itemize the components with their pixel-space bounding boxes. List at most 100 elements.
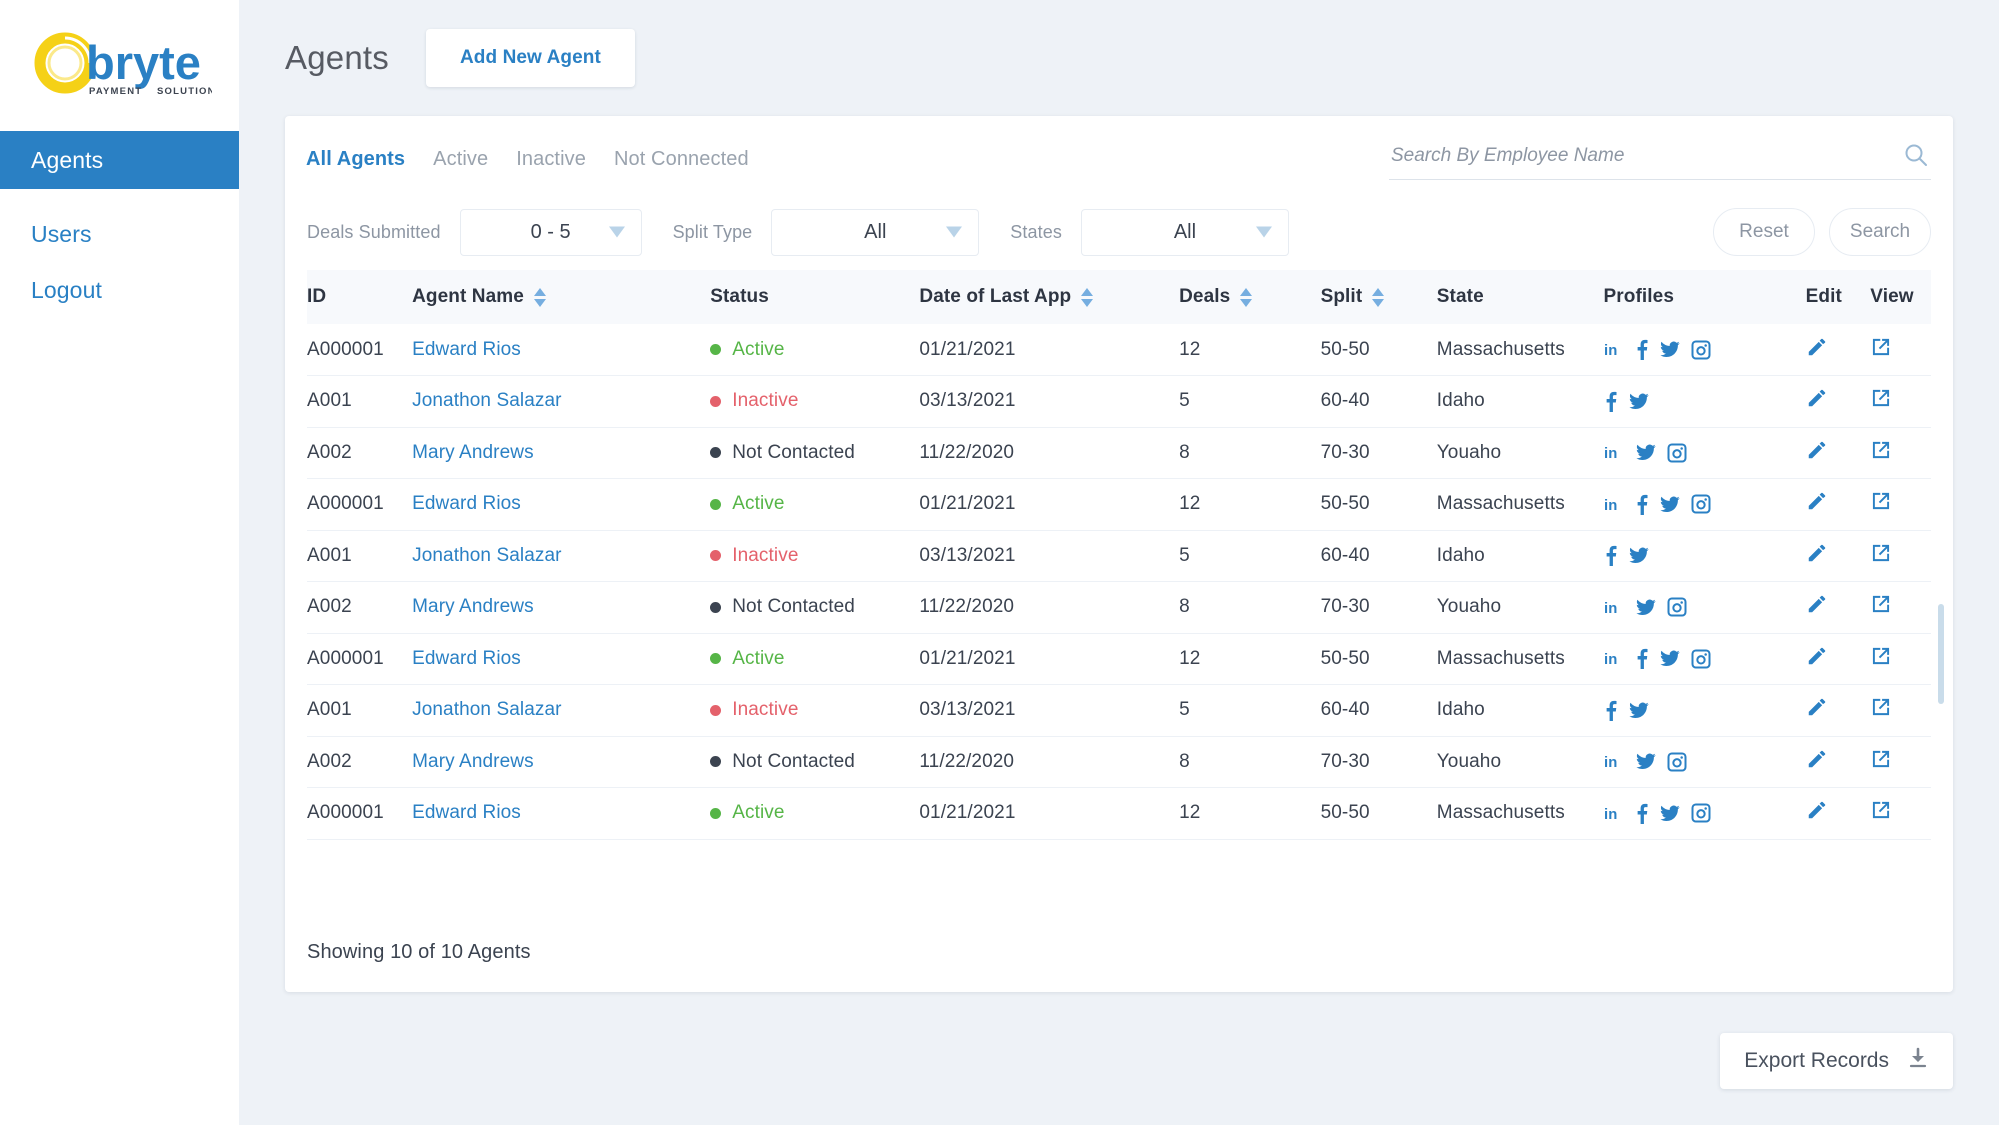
agent-name-link[interactable]: Mary Andrews [412,751,534,772]
add-new-agent-button[interactable]: Add New Agent [425,29,635,87]
edit-pencil-icon[interactable] [1806,696,1828,718]
instagram-icon[interactable] [1691,803,1711,823]
twitter-icon[interactable] [1635,442,1657,463]
agent-name-link[interactable]: Edward Rios [412,648,521,669]
reset-button[interactable]: Reset [1713,208,1815,256]
linkedin-icon[interactable]: in [1604,494,1625,515]
instagram-icon[interactable] [1691,339,1711,360]
edit-pencil-icon[interactable] [1806,542,1828,564]
cell-agent-name[interactable]: Edward Rios [412,788,710,840]
table-row[interactable]: A001 Jonathon Salazar Inactive 03/13/2021 5 6… [307,376,1931,428]
agent-name-link[interactable]: Edward Rios [412,339,521,360]
edit-pencil-icon[interactable] [1806,439,1828,461]
twitter-icon[interactable] [1628,545,1650,566]
linkedin-icon[interactable]: in [1604,751,1625,772]
cell-view[interactable] [1870,685,1931,737]
agent-name-link[interactable]: Edward Rios [412,493,521,514]
facebook-icon[interactable] [1635,648,1649,670]
twitter-icon[interactable] [1628,391,1650,412]
instagram-icon[interactable] [1667,597,1687,617]
facebook-icon[interactable] [1635,494,1649,515]
cell-edit[interactable] [1806,530,1871,582]
cell-view[interactable] [1870,530,1931,582]
cell-agent-name[interactable]: Mary Andrews [412,582,710,634]
agent-name-link[interactable]: Edward Rios [412,802,521,823]
cell-edit[interactable] [1806,427,1871,479]
sort-deals-icon[interactable] [1240,287,1253,307]
twitter-icon[interactable] [1635,597,1657,618]
agent-name-link[interactable]: Mary Andrews [412,596,534,617]
cell-view[interactable] [1870,736,1931,788]
table-row[interactable]: A001 Jonathon Salazar Inactive 03/13/2021 5 6… [307,685,1931,737]
agent-name-link[interactable]: Jonathon Salazar [412,545,561,566]
edit-pencil-icon[interactable] [1806,748,1828,770]
edit-pencil-icon[interactable] [1806,799,1828,821]
col-deals[interactable]: Deals [1179,270,1320,324]
twitter-icon[interactable] [1628,700,1650,721]
tab-inactive[interactable]: Inactive [502,144,600,174]
cell-agent-name[interactable]: Mary Andrews [412,427,710,479]
table-row[interactable]: A002 Mary Andrews Not Contacted 11/22/2020 8… [307,736,1931,788]
cell-edit[interactable] [1806,479,1871,531]
sidebar-item-logout[interactable]: Logout [0,263,239,318]
search-icon[interactable] [1903,142,1929,173]
cell-agent-name[interactable]: Mary Andrews [412,736,710,788]
table-row[interactable]: A000001 Edward Rios Active 01/21/2021 12 50-5… [307,479,1931,531]
instagram-icon[interactable] [1691,649,1711,669]
cell-agent-name[interactable]: Edward Rios [412,324,710,376]
sort-date-icon[interactable] [1081,287,1094,307]
external-link-icon[interactable] [1870,645,1892,667]
table-scrollbar[interactable] [1938,604,1944,992]
cell-agent-name[interactable]: Jonathon Salazar [412,376,710,428]
twitter-icon[interactable] [1635,751,1657,772]
edit-pencil-icon[interactable] [1806,387,1828,409]
table-row[interactable]: A000001 Edward Rios Active 01/21/2021 12 50-5… [307,788,1931,840]
cell-edit[interactable] [1806,582,1871,634]
table-row[interactable]: A002 Mary Andrews Not Contacted 11/22/2020 8… [307,427,1931,479]
table-row[interactable]: A002 Mary Andrews Not Contacted 11/22/2020 8… [307,582,1931,634]
tab-not-connected[interactable]: Not Connected [600,144,763,174]
external-link-icon[interactable] [1870,542,1892,564]
table-row[interactable]: A000001 Edward Rios Active 01/21/2021 12 50-5… [307,633,1931,685]
cell-view[interactable] [1870,427,1931,479]
external-link-icon[interactable] [1870,490,1892,512]
col-agent-name[interactable]: Agent Name [412,270,710,324]
cell-edit[interactable] [1806,788,1871,840]
cell-edit[interactable] [1806,685,1871,737]
sort-agent-name-icon[interactable] [533,287,546,307]
sidebar-item-users[interactable]: Users [0,205,239,263]
search-button[interactable]: Search [1829,208,1931,256]
deals-submitted-select[interactable]: 0 - 5 [459,208,642,256]
cell-agent-name[interactable]: Edward Rios [412,479,710,531]
tab-active[interactable]: Active [419,144,502,174]
edit-pencil-icon[interactable] [1806,645,1828,667]
external-link-icon[interactable] [1870,439,1892,461]
sort-split-icon[interactable] [1372,287,1385,307]
cell-agent-name[interactable]: Edward Rios [412,633,710,685]
agent-name-link[interactable]: Mary Andrews [412,442,534,463]
linkedin-icon[interactable]: in [1604,648,1625,669]
col-split[interactable]: Split [1321,270,1437,324]
edit-pencil-icon[interactable] [1806,336,1828,358]
cell-edit[interactable] [1806,736,1871,788]
cell-view[interactable] [1870,582,1931,634]
instagram-icon[interactable] [1667,752,1687,772]
agent-name-link[interactable]: Jonathon Salazar [412,699,561,720]
linkedin-icon[interactable]: in [1604,803,1625,824]
edit-pencil-icon[interactable] [1806,490,1828,512]
linkedin-icon[interactable]: in [1604,339,1625,360]
facebook-icon[interactable] [1604,545,1618,567]
table-row[interactable]: A000001 Edward Rios Active 01/21/2021 12 50-5… [307,324,1931,376]
cell-view[interactable] [1870,479,1931,531]
split-type-select[interactable]: All [771,208,980,256]
external-link-icon[interactable] [1870,799,1892,821]
col-date[interactable]: Date of Last App [919,270,1179,324]
linkedin-icon[interactable]: in [1604,442,1625,463]
facebook-icon[interactable] [1604,700,1618,721]
facebook-icon[interactable] [1604,391,1618,412]
external-link-icon[interactable] [1870,748,1892,770]
facebook-icon[interactable] [1635,803,1649,824]
facebook-icon[interactable] [1635,339,1649,360]
cell-view[interactable] [1870,633,1931,685]
export-records-button[interactable]: Export Records [1720,1033,1953,1089]
